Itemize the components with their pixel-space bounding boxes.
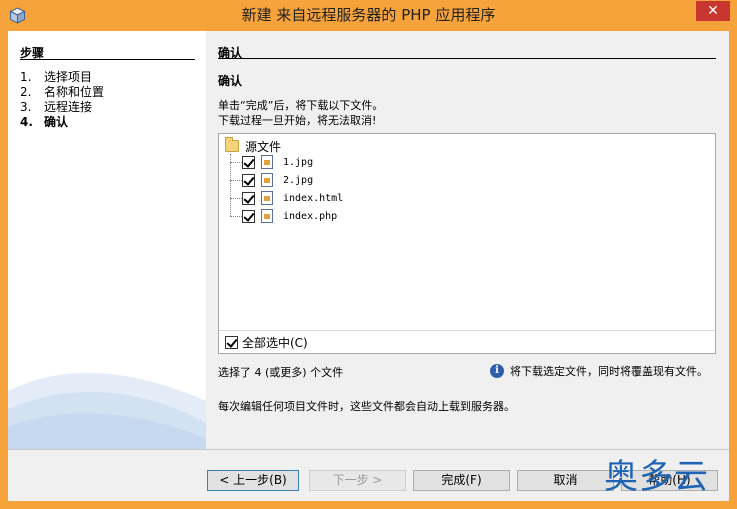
step-number: 4. — [20, 115, 33, 129]
file-name: index.html — [283, 192, 344, 204]
tree-connector — [230, 197, 242, 199]
window-title: 新建 来自远程服务器的 PHP 应用程序 — [241, 6, 496, 24]
cancel-button[interactable]: 取消 — [517, 470, 614, 491]
tree-root-source-files[interactable]: 源文件 — [225, 137, 282, 154]
watermark-logo: 奥多云 — [604, 457, 709, 497]
finish-button[interactable]: 完成(F) — [413, 470, 510, 491]
instruction-text: 单击“完成”后，将下载以下文件。 — [218, 99, 384, 112]
info-text: 将下载选定文件，同时将覆盖现有文件。 — [510, 365, 708, 378]
button-bar-divider — [8, 449, 729, 450]
file-checkbox[interactable] — [242, 173, 255, 187]
select-all-checkbox[interactable]: 全部选中(C) — [225, 334, 308, 350]
file-checkbox[interactable] — [242, 191, 255, 205]
tree-connector — [230, 179, 242, 181]
step-item-name-location: 2. 名称和位置 — [20, 85, 104, 100]
close-button[interactable]: ✕ — [696, 1, 730, 21]
steps-divider — [20, 59, 195, 60]
tree-item[interactable]: index.php — [230, 208, 337, 224]
title-bar: 新建 来自远程服务器的 PHP 应用程序 ✕ — [0, 0, 737, 31]
select-all-check[interactable] — [225, 335, 238, 349]
dialog-window: 新建 来自远程服务器的 PHP 应用程序 ✕ 步骤 1. 选择项目 2. 名称和位置… — [0, 0, 737, 509]
next-button[interactable]: 下一步 > — [309, 470, 406, 491]
file-checkbox[interactable] — [242, 155, 255, 169]
tree-footer-divider — [219, 330, 715, 331]
step-item-confirm: 4. 确认 — [20, 115, 68, 130]
tree-root-label: 源文件 — [245, 139, 282, 154]
step-number: 3. — [20, 100, 32, 114]
image-file-icon — [261, 155, 273, 169]
php-file-icon — [261, 209, 273, 223]
autosync-text: 每次编辑任何项目文件时，这些文件都会自动上载到服务器。 — [218, 400, 515, 413]
step-label: 选择项目 — [44, 70, 93, 84]
tree-item[interactable]: 1.jpg — [230, 154, 313, 170]
step-label: 确认 — [44, 115, 69, 129]
step-number: 1. — [20, 70, 32, 84]
decorative-swoosh — [8, 372, 206, 449]
tree-item[interactable]: 2.jpg — [230, 172, 313, 188]
file-tree[interactable]: 源文件 1.jpg 2.jpg index.html index.php 全部选… — [218, 133, 716, 354]
warning-text: 下载过程一旦开始，将无法取消! — [218, 114, 377, 127]
file-checkbox[interactable] — [242, 209, 255, 223]
image-file-icon — [261, 173, 273, 187]
steps-panel: 步骤 1. 选择项目 2. 名称和位置 3. 远程连接 4. 确认 — [8, 31, 206, 449]
step-label: 名称和位置 — [44, 85, 105, 99]
file-name: index.php — [283, 210, 338, 222]
file-name: 2.jpg — [283, 174, 314, 186]
main-panel: 确认 确认 单击“完成”后，将下载以下文件。 下载过程一旦开始，将无法取消! 源… — [206, 31, 729, 449]
section-divider — [218, 58, 716, 59]
file-name: 1.jpg — [283, 156, 314, 168]
html-file-icon — [261, 191, 273, 205]
back-button[interactable]: < 上一步(B) — [207, 470, 299, 491]
step-number: 2. — [20, 85, 32, 99]
selected-count-text: 选择了 4 (或更多) 个文件 — [218, 366, 344, 379]
select-all-label: 全部选中(C) — [242, 335, 308, 350]
tree-connector — [230, 161, 242, 163]
dialog-content: 步骤 1. 选择项目 2. 名称和位置 3. 远程连接 4. 确认 确认 确认 … — [8, 31, 729, 501]
info-icon: i — [490, 364, 504, 378]
tree-connector — [230, 215, 242, 217]
step-label: 远程连接 — [44, 100, 93, 114]
folder-icon — [225, 137, 239, 152]
subsection-title: 确认 — [218, 74, 243, 88]
step-item-remote-connection: 3. 远程连接 — [20, 100, 92, 115]
step-item-select-project: 1. 选择项目 — [20, 70, 92, 85]
info-message: i 将下载选定文件，同时将覆盖现有文件。 — [490, 363, 708, 379]
tree-item[interactable]: index.html — [230, 190, 343, 206]
